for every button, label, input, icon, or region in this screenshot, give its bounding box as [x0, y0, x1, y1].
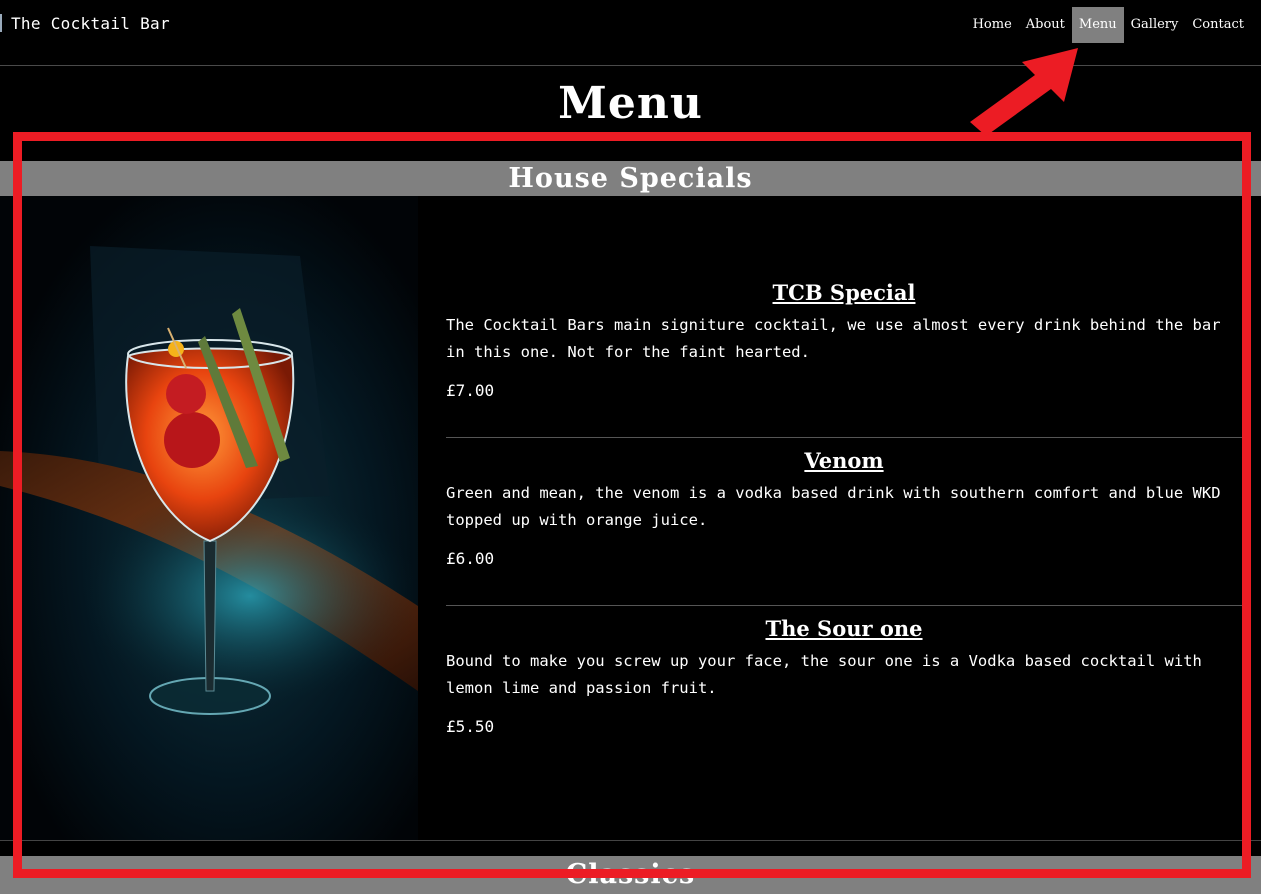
- nav-about[interactable]: About: [1019, 7, 1072, 43]
- item-name: The Sour one: [765, 616, 923, 641]
- item-price: £6.00: [446, 549, 495, 568]
- item-name: Venom: [804, 448, 884, 473]
- cocktail-photo: [0, 196, 418, 841]
- nav-home[interactable]: Home: [966, 7, 1019, 43]
- item-price: £7.00: [446, 381, 495, 400]
- menu-item: Venom Green and mean, the venom is a vod…: [446, 438, 1242, 606]
- section-header-classics: Classics: [0, 856, 1261, 894]
- section-divider: [0, 840, 1261, 841]
- item-price: £5.50: [446, 717, 495, 736]
- window-edge-marker: [0, 14, 2, 32]
- nav-gallery[interactable]: Gallery: [1124, 7, 1186, 43]
- navbar: The Cocktail Bar Home About Menu Gallery…: [0, 0, 1261, 66]
- page-title: Menu: [558, 78, 703, 129]
- menu-items-list: TCB Special The Cocktail Bars main signi…: [446, 270, 1242, 774]
- section-header-house-specials: House Specials: [0, 161, 1261, 196]
- item-description: Green and mean, the venom is a vodka bas…: [446, 484, 1221, 529]
- menu-item: TCB Special The Cocktail Bars main signi…: [446, 270, 1242, 438]
- menu-item: The Sour one Bound to make you screw up …: [446, 606, 1242, 774]
- nav-menu: Home About Menu Gallery Contact: [966, 7, 1251, 43]
- nav-menu-active[interactable]: Menu: [1071, 7, 1124, 43]
- brand-link[interactable]: The Cocktail Bar: [11, 14, 170, 33]
- item-name: TCB Special: [772, 280, 916, 305]
- item-description: Bound to make you screw up your face, th…: [446, 652, 1202, 697]
- nav-contact[interactable]: Contact: [1185, 7, 1251, 43]
- item-description: The Cocktail Bars main signiture cocktai…: [446, 316, 1221, 361]
